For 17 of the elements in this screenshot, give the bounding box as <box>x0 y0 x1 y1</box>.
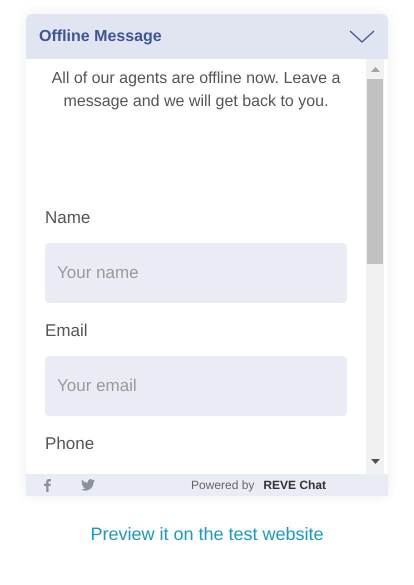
chevron-down-icon[interactable] <box>349 30 375 44</box>
preview-link[interactable]: Preview it on the test website <box>90 521 324 548</box>
field-label: Phone <box>45 434 96 454</box>
scroll-up-icon[interactable] <box>370 67 380 72</box>
facebook-icon[interactable] <box>44 478 51 492</box>
twitter-icon[interactable] <box>81 479 95 491</box>
field-label: Email <box>45 321 89 341</box>
input-field[interactable]: Your email <box>45 356 347 416</box>
header-title: Offline Message <box>39 26 162 46</box>
input-field[interactable]: Your name <box>45 243 347 303</box>
brand-name: REVE Chat <box>263 477 326 494</box>
scrollbar[interactable] <box>366 59 384 474</box>
scrollbar-thumb[interactable] <box>367 79 383 264</box>
scroll-down-icon[interactable] <box>370 459 380 464</box>
offline-message: All of our agents are offline now. Leave a message and we will get back to you. <box>50 69 342 112</box>
field-label: Name <box>45 208 92 228</box>
powered-by-text: Powered by <box>191 477 254 494</box>
